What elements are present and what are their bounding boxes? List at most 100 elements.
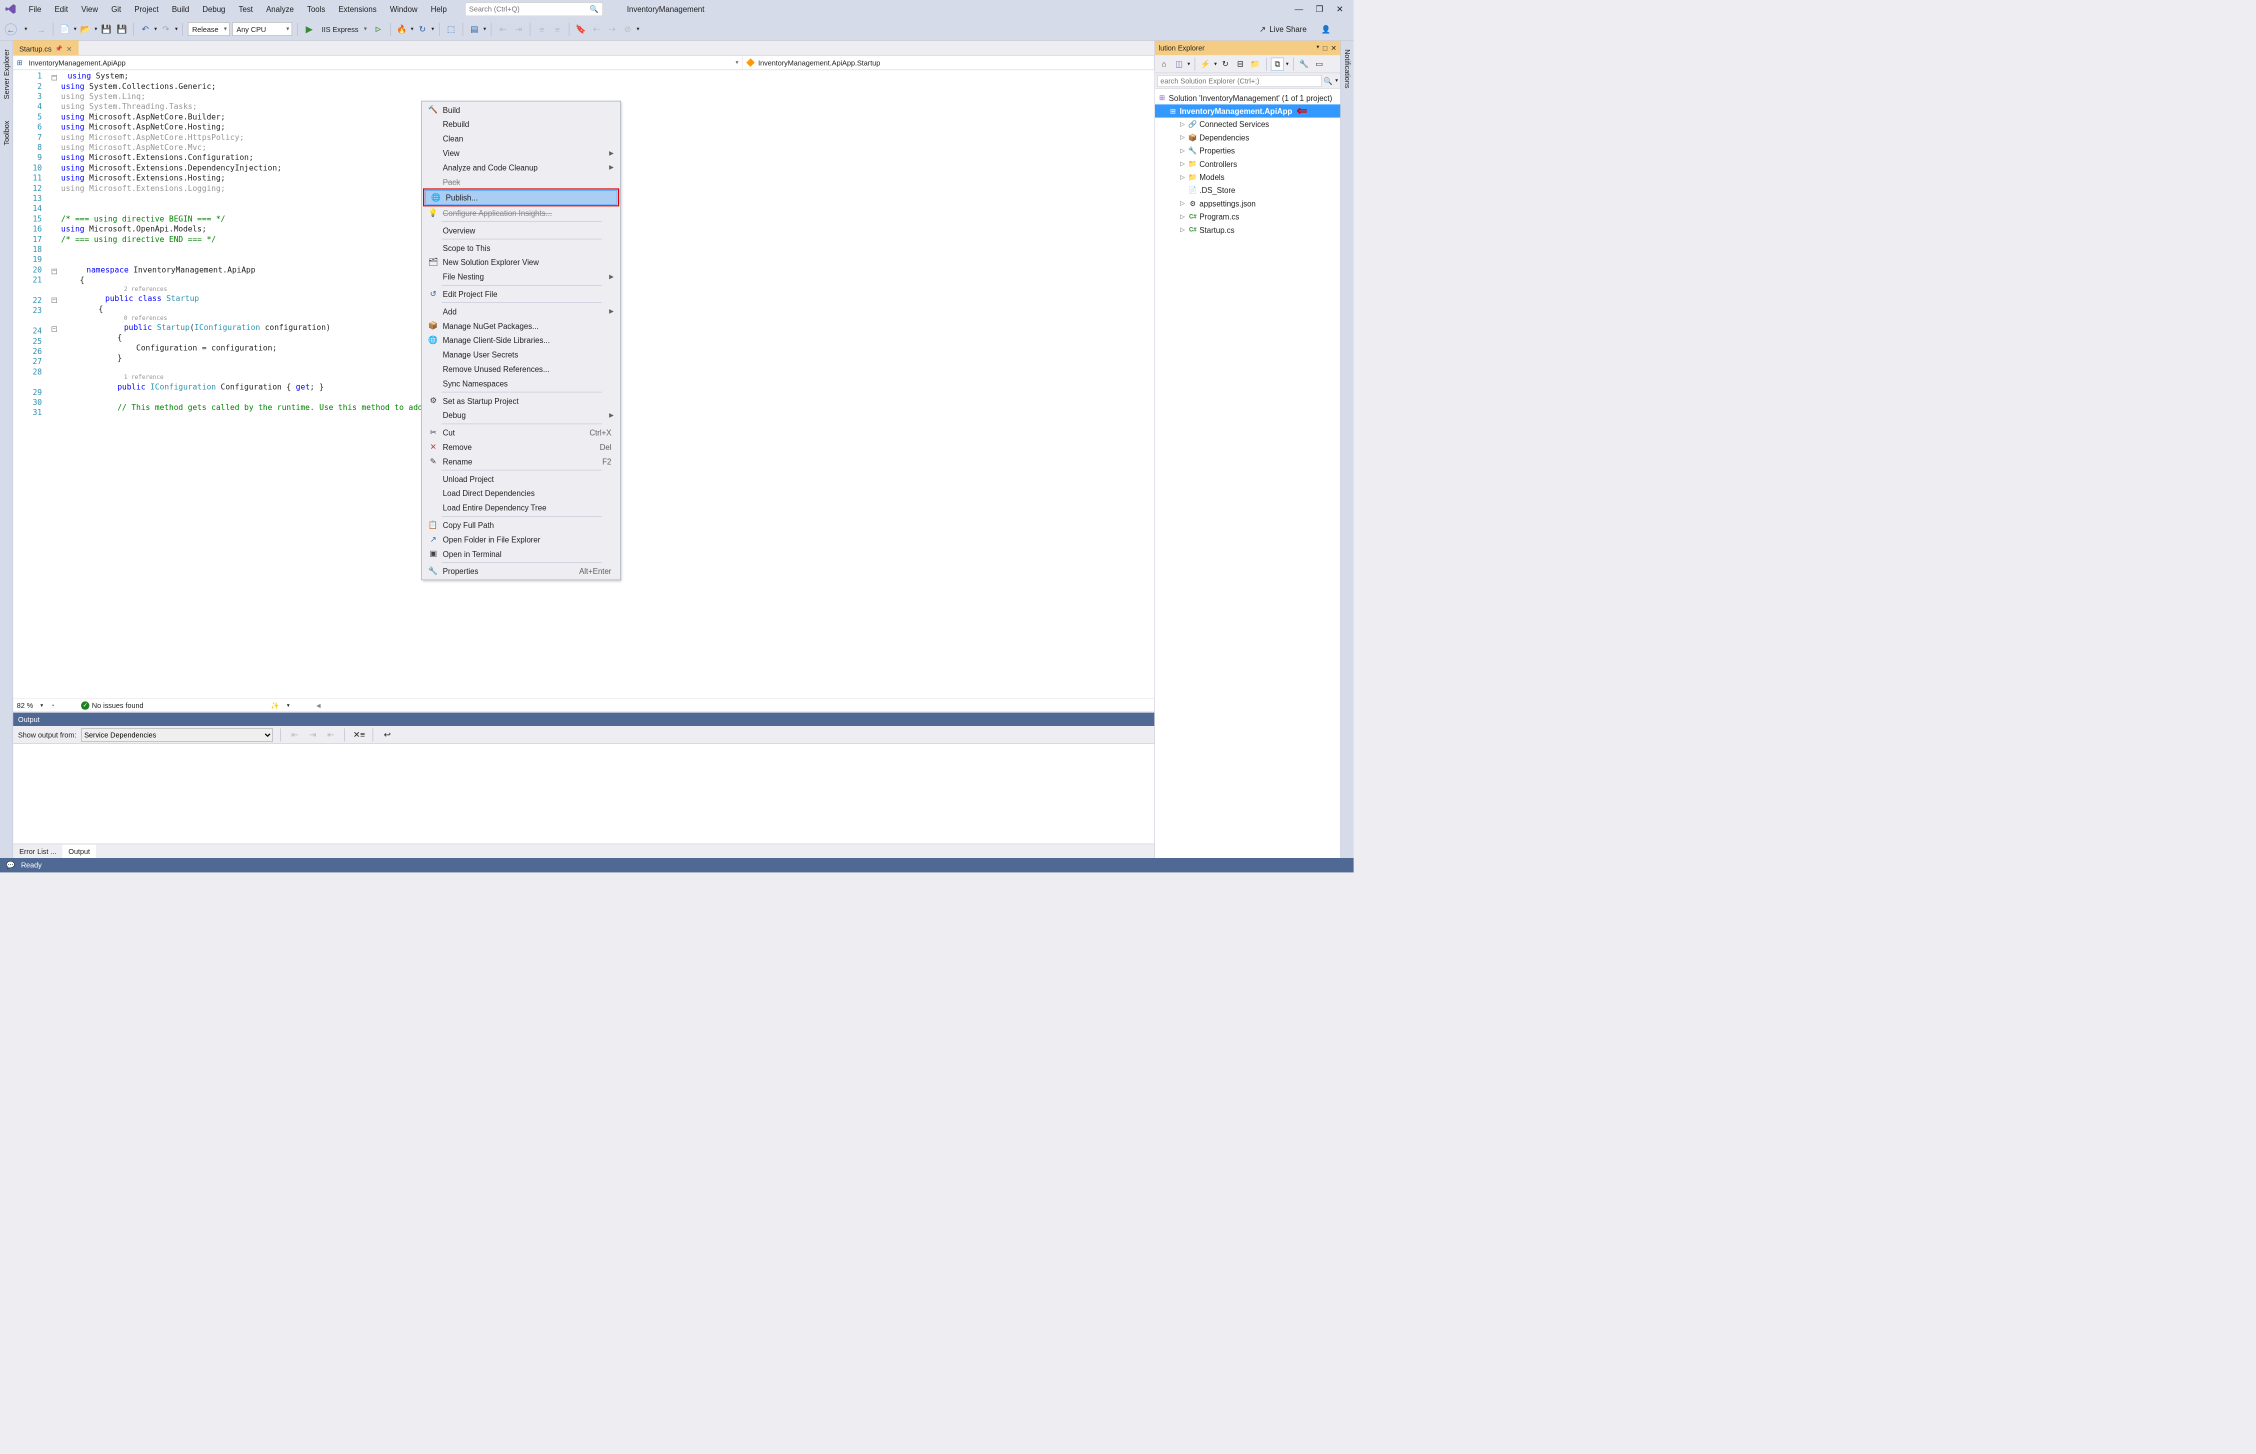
scroll-left-icon[interactable]: ◄ <box>315 701 322 709</box>
tree-node[interactable]: ▷C#Program.cs <box>1155 210 1340 223</box>
se-search-input[interactable] <box>1157 75 1321 87</box>
ctx-cut[interactable]: ✂CutCtrl+X <box>422 425 619 439</box>
tb-icon-6[interactable]: ≡ <box>551 23 564 36</box>
se-sync-icon[interactable]: ⚡ <box>1199 57 1212 70</box>
indent-out-icon[interactable]: ⇤ <box>288 728 301 741</box>
menu-view[interactable]: View <box>75 2 104 16</box>
wrap-icon[interactable]: ↩ <box>381 728 394 741</box>
health-icon[interactable]: ◔ <box>50 701 54 709</box>
expander-icon[interactable]: ▷ <box>1179 134 1186 141</box>
ctx-sync-namespaces[interactable]: Sync Namespaces <box>422 376 619 390</box>
menu-edit[interactable]: Edit <box>49 2 74 16</box>
menu-file[interactable]: File <box>23 2 48 16</box>
ctx-edit-project-file[interactable]: ↺Edit Project File <box>422 287 619 301</box>
se-properties-icon[interactable]: 🔧 <box>1298 57 1311 70</box>
solution-node[interactable]: ⊞ Solution 'InventoryManagement' (1 of 1… <box>1155 91 1340 104</box>
expander-icon[interactable]: ▷ <box>1179 200 1186 207</box>
ctx-clean[interactable]: Clean <box>422 131 619 145</box>
tree-node[interactable]: ▷📦Dependencies <box>1155 131 1340 144</box>
se-home-icon[interactable]: ⌂ <box>1157 57 1170 70</box>
tree-node[interactable]: ▷C#Startup.cs <box>1155 223 1340 236</box>
ctx-add[interactable]: Add▶ <box>422 304 619 318</box>
se-dropdown-icon[interactable]: ▾ <box>1316 44 1319 52</box>
minimize-button[interactable]: — <box>1295 4 1303 14</box>
ctx-open-in-terminal[interactable]: ▣Open in Terminal <box>422 547 619 561</box>
expander-icon[interactable]: ▷ <box>1179 161 1186 168</box>
pin-icon[interactable]: 📌 <box>55 46 62 53</box>
ctx-properties[interactable]: 🔧PropertiesAlt+Enter <box>422 564 619 578</box>
se-maximize-icon[interactable]: □ <box>1323 44 1327 52</box>
zoom-level[interactable]: 82 % <box>17 701 33 709</box>
bookmark-icon[interactable]: 🔖 <box>574 23 587 36</box>
ctx-unload-project[interactable]: Unload Project <box>422 472 619 486</box>
new-project-icon[interactable]: 📄 <box>58 23 71 36</box>
tb-icon-8[interactable]: ⇢ <box>605 23 618 36</box>
indent-icon[interactable]: ⇤ <box>324 728 337 741</box>
ctx-pack[interactable]: Pack <box>422 175 619 189</box>
ctx-publish---[interactable]: 🌐Publish... <box>425 190 618 204</box>
menu-analyze[interactable]: Analyze <box>260 2 300 16</box>
tb-icon-1[interactable]: ⬚ <box>444 23 457 36</box>
live-share-button[interactable]: ↗ Live Share 👤 <box>1259 24 1349 34</box>
ctx-load-direct-dependencies[interactable]: Load Direct Dependencies <box>422 486 619 500</box>
save-all-icon[interactable]: 💾 <box>115 23 128 36</box>
menu-project[interactable]: Project <box>128 2 164 16</box>
config-combo[interactable]: Release <box>188 22 230 36</box>
code-line[interactable]: − using System; <box>49 71 1154 81</box>
save-icon[interactable]: 💾 <box>100 23 113 36</box>
tree-node[interactable]: ▷🔗Connected Services <box>1155 118 1340 131</box>
ctx-view[interactable]: View▶ <box>422 146 619 160</box>
tree-node[interactable]: ▷⚙appsettings.json <box>1155 197 1340 210</box>
ctx-debug[interactable]: Debug▶ <box>422 408 619 422</box>
run-target-combo[interactable]: IIS Express <box>318 22 369 36</box>
project-combo[interactable]: ⊞ InventoryManagement.ApiApp ▾ <box>13 56 742 70</box>
bottom-tab-output[interactable]: Output <box>62 845 96 858</box>
ctx-scope-to-this[interactable]: Scope to This <box>422 241 619 255</box>
ctx-manage-nuget-packages---[interactable]: 📦Manage NuGet Packages... <box>422 319 619 333</box>
expander-icon[interactable]: ▷ <box>1179 174 1186 181</box>
code-line[interactable]: using System.Collections.Generic; <box>49 82 1154 92</box>
rail-notifications[interactable]: Notifications <box>1342 44 1353 93</box>
ctx-build[interactable]: 🔨Build <box>422 103 619 117</box>
tree-node[interactable]: 📄.DS_Store <box>1155 184 1340 197</box>
tb-icon-9[interactable]: ⊘ <box>621 23 634 36</box>
menu-debug[interactable]: Debug <box>196 2 231 16</box>
se-refresh-icon[interactable]: ↻ <box>1219 57 1232 70</box>
indent-in-icon[interactable]: ⇥ <box>306 728 319 741</box>
platform-combo[interactable]: Any CPU <box>232 22 292 36</box>
issues-indicator[interactable]: ✓ No issues found <box>81 701 143 709</box>
project-node[interactable]: ⊞ InventoryManagement.ApiApp ⇐ <box>1155 104 1340 117</box>
close-button[interactable]: ✕ <box>1336 4 1344 14</box>
ctx-rename[interactable]: ✎RenameF2 <box>422 454 619 468</box>
close-tab-icon[interactable]: ✕ <box>66 45 72 53</box>
tree-node[interactable]: ▷📁Models <box>1155 170 1340 183</box>
expander-icon[interactable]: ▷ <box>1179 213 1186 220</box>
ctx-set-as-startup-project[interactable]: ⚙Set as Startup Project <box>422 394 619 408</box>
ctx-manage-user-secrets[interactable]: Manage User Secrets <box>422 347 619 361</box>
ctx-remove[interactable]: ✕RemoveDel <box>422 440 619 454</box>
clear-icon[interactable]: ✕≡ <box>352 728 365 741</box>
intellicode-icon[interactable]: ✨ <box>271 701 280 709</box>
type-combo[interactable]: 🔶 InventoryManagement.ApiApp.Startup <box>743 56 1155 70</box>
tb-icon-2[interactable]: ▤ <box>468 23 481 36</box>
menu-help[interactable]: Help <box>425 2 453 16</box>
menu-git[interactable]: Git <box>105 2 127 16</box>
se-close-icon[interactable]: ✕ <box>1331 44 1337 52</box>
menu-tools[interactable]: Tools <box>301 2 331 16</box>
ctx-analyze-and-code-cleanup[interactable]: Analyze and Code Cleanup▶ <box>422 160 619 174</box>
quick-search[interactable]: 🔍 <box>465 2 603 16</box>
tb-icon-5[interactable]: ≡ <box>535 23 548 36</box>
redo-icon[interactable]: ↷ <box>159 23 172 36</box>
expander-icon[interactable] <box>1179 187 1186 194</box>
tb-icon-3[interactable]: ⇤ <box>496 23 509 36</box>
tree-node[interactable]: ▷📁Controllers <box>1155 157 1340 170</box>
project-context-menu[interactable]: 🔨BuildRebuildCleanView▶Analyze and Code … <box>421 101 621 580</box>
start-without-debug-icon[interactable]: ▷ <box>372 23 385 36</box>
expander-icon[interactable]: ▷ <box>1179 121 1186 128</box>
ctx-rebuild[interactable]: Rebuild <box>422 117 619 131</box>
se-showall-icon[interactable]: 📁 <box>1249 57 1262 70</box>
ctx-copy-full-path[interactable]: 📋Copy Full Path <box>422 518 619 532</box>
bottom-tab-errorlist[interactable]: Error List ... <box>13 845 62 858</box>
hot-reload-icon[interactable]: 🔥 <box>395 23 408 36</box>
se-switch-icon[interactable]: ◫ <box>1172 57 1185 70</box>
